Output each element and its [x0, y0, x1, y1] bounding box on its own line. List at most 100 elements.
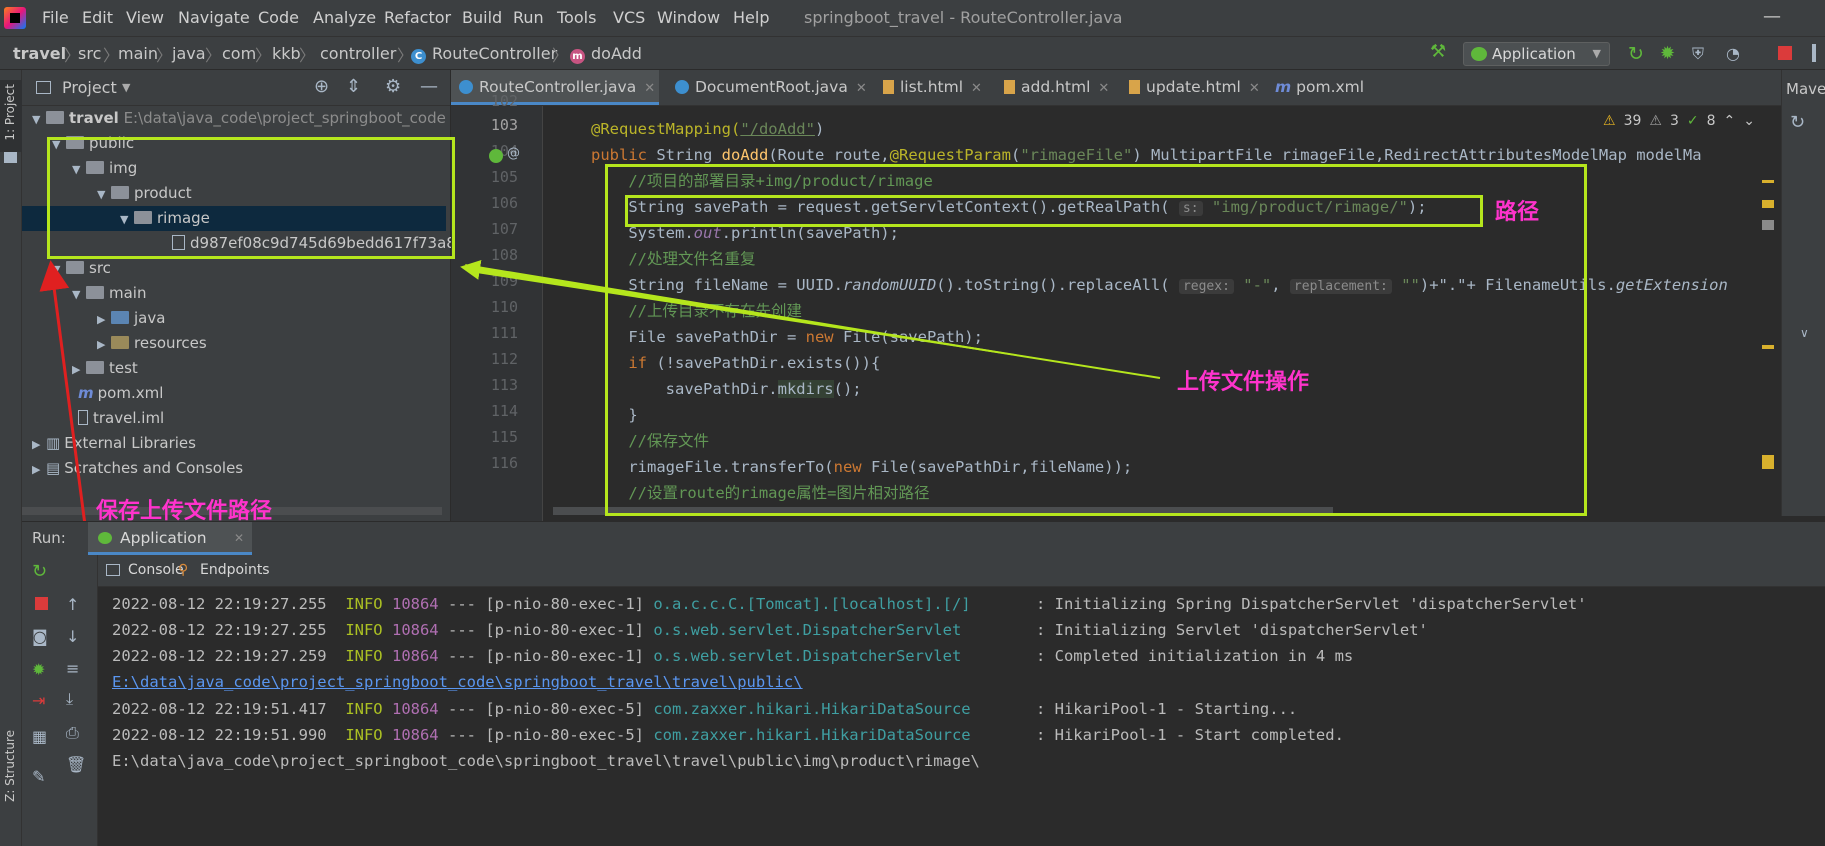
console-output[interactable]: 2022-08-12 22:19:27.255 INFO 10864 --- […: [98, 587, 1825, 846]
print-icon[interactable]: ⎙: [66, 723, 79, 743]
error-stripe-marker[interactable]: [1762, 345, 1774, 349]
menu-view[interactable]: View: [126, 8, 164, 27]
menu-refactor[interactable]: Refactor: [384, 8, 451, 27]
rerun-icon[interactable]: ↻: [1628, 43, 1644, 65]
class-icon: [675, 80, 689, 94]
trash-icon[interactable]: 🗑: [66, 755, 86, 774]
breadcrumb-com[interactable]: com: [222, 44, 256, 63]
rerun-icon[interactable]: ↻: [32, 561, 47, 582]
spring-mapping-icon[interactable]: [489, 149, 503, 163]
close-icon[interactable]: ✕: [644, 81, 655, 96]
breadcrumb-kkb[interactable]: kkb: [272, 44, 301, 63]
layout-icon[interactable]: ▦: [32, 727, 47, 746]
close-icon[interactable]: ✕: [234, 531, 244, 545]
scroll-up-icon[interactable]: ↑: [66, 595, 79, 614]
left-tool-strip: 1: Project Z: Structure: [0, 70, 22, 846]
error-stripe-marker[interactable]: [1762, 220, 1774, 230]
tab-add-html[interactable]: add.html ✕: [996, 70, 1120, 105]
tree-item-pom[interactable]: m pom.xml: [78, 381, 163, 406]
project-tool-button[interactable]: 1: Project: [0, 80, 22, 152]
project-panel-header: Project ▼ ⊕ ⇕ ⚙ —: [22, 70, 450, 106]
maven-panel-label[interactable]: Mave: [1786, 80, 1825, 98]
menu-run[interactable]: Run: [513, 8, 544, 27]
tree-item-external-libraries[interactable]: ▶ ▥ External Libraries: [32, 431, 196, 456]
coverage-icon[interactable]: ⛨: [1692, 44, 1704, 64]
menu-edit[interactable]: Edit: [82, 8, 113, 27]
menu-file[interactable]: File: [42, 8, 69, 27]
project-panel-title[interactable]: Project: [62, 78, 117, 97]
menu-window[interactable]: Window: [657, 8, 720, 27]
line-number: 103: [490, 116, 518, 134]
tree-item-travel[interactable]: ▼ travel E:\data\java_code\project_spring…: [32, 106, 446, 131]
console-path-link[interactable]: E:\data\java_code\project_springboot_cod…: [112, 669, 803, 695]
camera-icon[interactable]: ◙: [32, 627, 48, 646]
debug-icon[interactable]: ✹: [32, 660, 45, 679]
tree-item-test[interactable]: ▶ test: [72, 356, 138, 381]
minimize-icon[interactable]: —: [1763, 6, 1781, 27]
build-hammer-icon[interactable]: ⚒: [1430, 41, 1446, 62]
breadcrumb-main[interactable]: main: [118, 44, 158, 63]
annotation-icon[interactable]: @: [507, 146, 520, 161]
stop-icon[interactable]: [35, 597, 48, 610]
tab-list-html[interactable]: list.html ✕: [875, 70, 995, 105]
tree-item-src[interactable]: ▼ src: [52, 256, 111, 281]
tree-item-resources[interactable]: ▶ resources: [97, 331, 207, 356]
breadcrumb-java[interactable]: java: [172, 44, 206, 63]
inspections-widget[interactable]: ⚠ 39 ⚠ 3 ✓ 8 ⌃ ⌄: [1603, 113, 1755, 129]
debug-icon[interactable]: ✹: [1660, 43, 1675, 64]
chevron-down-icon[interactable]: ▼: [122, 81, 130, 94]
stop-icon[interactable]: [1778, 46, 1792, 60]
collapse-all-icon[interactable]: ⇕: [346, 76, 361, 97]
menu-build[interactable]: Build: [462, 8, 502, 27]
menu-vcs[interactable]: VCS: [613, 8, 645, 27]
tab-run-application[interactable]: Application ✕: [88, 522, 252, 555]
locate-icon[interactable]: ⊕: [314, 76, 329, 97]
chevron-up-icon[interactable]: ⌃: [1724, 113, 1736, 129]
scroll-to-end-icon[interactable]: ⤓: [66, 689, 73, 709]
menu-tools[interactable]: Tools: [557, 8, 596, 27]
reload-icon[interactable]: ↻: [1790, 112, 1805, 133]
error-stripe-marker[interactable]: [1762, 200, 1774, 208]
close-icon[interactable]: ✕: [1098, 81, 1109, 96]
tab-routecontroller[interactable]: RouteController.java ✕: [451, 70, 659, 105]
menu-help[interactable]: Help: [733, 8, 769, 27]
line-number: 115: [490, 428, 518, 446]
menu-code[interactable]: Code: [258, 8, 299, 27]
close-icon[interactable]: ✕: [1249, 81, 1260, 96]
menu-navigate[interactable]: Navigate: [178, 8, 250, 27]
pin-icon[interactable]: ✎: [32, 767, 45, 786]
breadcrumb-method[interactable]: doAdd: [591, 44, 642, 63]
run-configuration-dropdown[interactable]: Application ▼: [1463, 42, 1610, 66]
menu-analyze[interactable]: Analyze: [313, 8, 376, 27]
close-icon[interactable]: ✕: [856, 81, 867, 96]
soft-wrap-icon[interactable]: ≡: [66, 659, 79, 678]
tab-pom-xml[interactable]: mpom.xml (travel)✕: [1267, 70, 1437, 131]
toolbar-more-icon[interactable]: [1812, 44, 1816, 62]
exit-icon[interactable]: ⇥: [32, 691, 45, 710]
tree-item-java[interactable]: ▶ java: [97, 306, 165, 331]
breadcrumb-src[interactable]: src: [78, 44, 101, 63]
scroll-down-icon[interactable]: ↓: [66, 627, 79, 646]
hide-panel-icon[interactable]: —: [420, 76, 438, 97]
chevron-down-icon[interactable]: ⌄: [1743, 113, 1755, 129]
tab-documentroot[interactable]: DocumentRoot.java ✕: [667, 70, 871, 105]
error-stripe-marker[interactable]: [1762, 180, 1774, 183]
close-icon[interactable]: ✕: [971, 81, 982, 96]
error-stripe-marker[interactable]: [1762, 455, 1774, 469]
chevron-down-icon[interactable]: ∨: [1800, 326, 1809, 340]
tree-item-scratches[interactable]: ▶ ▤ Scratches and Consoles: [32, 456, 243, 481]
folder-icon: [66, 261, 84, 274]
tree-item-main[interactable]: ▼ main: [72, 281, 146, 306]
tab-endpoints[interactable]: ⚲ Endpoints: [178, 555, 274, 587]
breadcrumb-project[interactable]: travel: [13, 44, 66, 63]
project-tool-label: 1: Project: [3, 84, 17, 141]
tree-item-iml[interactable]: travel.iml: [78, 406, 164, 431]
line-number: 107: [490, 220, 518, 238]
profile-icon[interactable]: ◔: [1726, 44, 1740, 63]
structure-tool-label[interactable]: Z: Structure: [3, 730, 17, 802]
gear-icon[interactable]: ⚙: [385, 76, 401, 97]
weak-warning-icon: ⚠: [1649, 113, 1662, 129]
breadcrumb-class[interactable]: RouteController: [432, 44, 557, 63]
tab-update-html[interactable]: update.html ✕: [1121, 70, 1265, 105]
breadcrumb-controller[interactable]: controller: [320, 44, 396, 63]
